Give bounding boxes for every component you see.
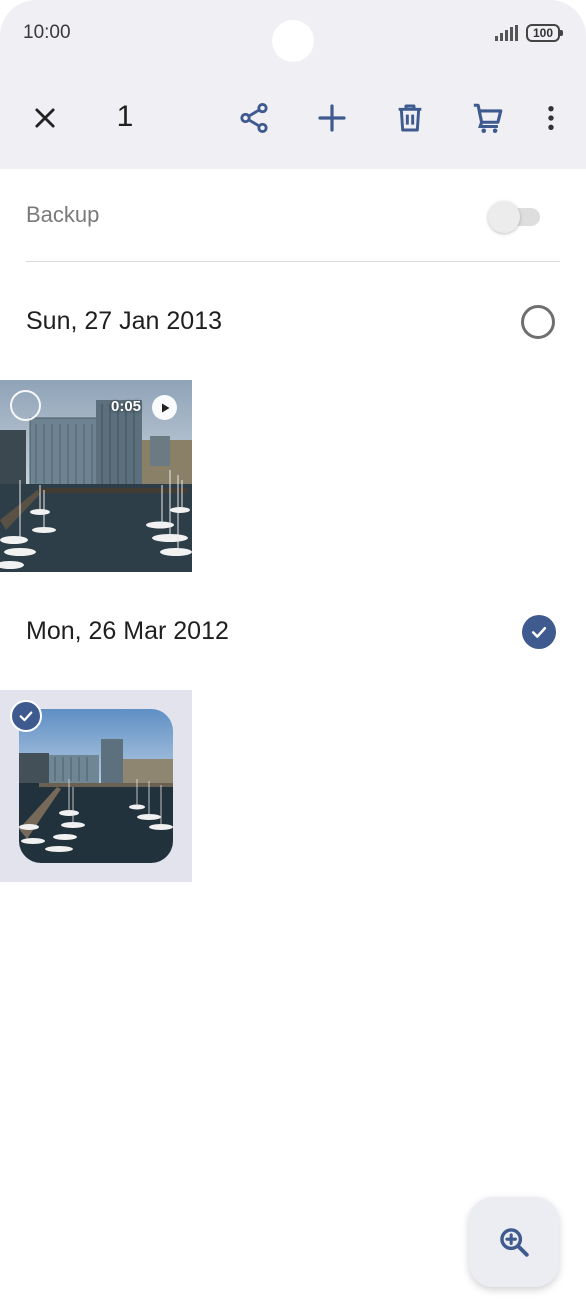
select-item-checkbox[interactable] [10, 700, 42, 732]
select-date-checkbox[interactable] [522, 615, 556, 649]
play-icon [152, 395, 177, 420]
date-header: Mon, 26 Mar 2012 [26, 617, 229, 645]
photo-thumbnail[interactable] [0, 690, 192, 882]
select-date-checkbox[interactable] [521, 305, 555, 339]
delete-button[interactable] [384, 92, 436, 144]
select-item-checkbox[interactable] [10, 390, 41, 421]
top-bar: 10:00 100 1 [0, 0, 586, 169]
divider [26, 261, 560, 262]
delete-icon [398, 104, 422, 132]
backup-toggle[interactable] [488, 201, 542, 233]
photo-frame [19, 709, 173, 863]
signal-icon [495, 25, 518, 41]
zoom-in-icon [500, 1228, 529, 1257]
share-button[interactable] [228, 92, 280, 144]
marina-image [19, 709, 173, 863]
toggle-knob [488, 201, 520, 233]
close-selection-button[interactable] [19, 92, 71, 144]
video-duration: 0:05 [111, 398, 142, 415]
backup-label: Backup [26, 202, 100, 227]
camera-cutout [272, 20, 314, 62]
more-options-button[interactable] [525, 92, 577, 144]
check-icon [19, 711, 33, 722]
cart-icon [473, 103, 503, 134]
close-icon [35, 108, 55, 128]
battery-level: 100 [532, 26, 554, 40]
date-header: Sun, 27 Jan 2013 [26, 307, 222, 335]
check-icon [531, 627, 547, 638]
more-vert-icon [548, 105, 554, 131]
order-prints-button[interactable] [462, 92, 514, 144]
selected-count: 1 [116, 100, 134, 133]
battery-icon: 100 [526, 24, 563, 42]
status-time: 10:00 [23, 22, 71, 43]
add-button[interactable] [306, 92, 358, 144]
add-icon [318, 104, 346, 132]
share-icon [240, 102, 268, 134]
zoom-button[interactable] [469, 1197, 559, 1287]
